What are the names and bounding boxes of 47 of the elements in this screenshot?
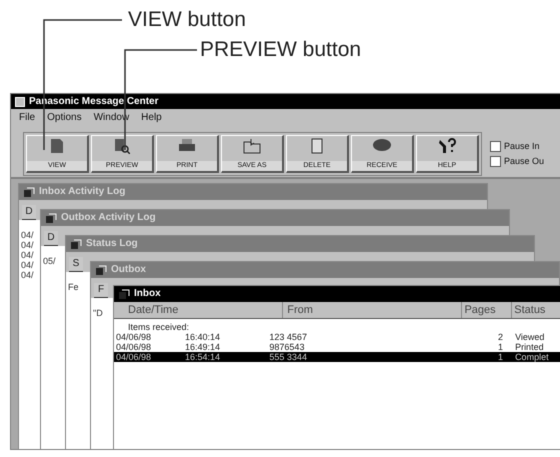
table-cell: 04/ [21, 270, 34, 280]
window-icon [70, 238, 82, 250]
column-header: S [69, 257, 83, 272]
document-icon [311, 138, 323, 154]
menu-item[interactable]: File [19, 112, 36, 122]
window-title: Panasonic Message Center [29, 96, 158, 106]
checkbox-label: Pause Ou [504, 157, 544, 166]
window-title: Inbox [134, 289, 161, 299]
column-header: F [94, 283, 108, 298]
column-header: D [44, 231, 58, 246]
menu-item[interactable]: Help [141, 112, 162, 122]
table-cell: 04/ [21, 260, 34, 270]
window-title: Outbox [111, 265, 146, 275]
window-icon [118, 288, 130, 300]
printer-icon [178, 138, 196, 154]
checkbox-label: Pause In [504, 142, 540, 151]
table-cell: Fe [68, 282, 79, 292]
column-header[interactable]: Pages [462, 302, 512, 318]
table-row[interactable]: 04/06/98 16:54:14 555 3344 1 Complet [114, 352, 560, 362]
table-row[interactable]: 04/06/98 16:40:14 123 4567 2 Viewed [114, 332, 560, 342]
group-label: Items received: [127, 322, 190, 332]
table-cell: "D [93, 308, 103, 318]
table-row[interactable]: 04/06/98 16:49:14 9876543 1 Printed [114, 342, 560, 352]
callout-label: VIEW button [128, 8, 246, 32]
magnifier-document-icon [114, 138, 130, 154]
column-header[interactable]: Status [512, 302, 560, 318]
window-icon [45, 212, 57, 224]
table-cell: 04/ [21, 250, 34, 260]
window-icon [23, 186, 35, 198]
document-icon [50, 138, 64, 154]
checkbox[interactable] [490, 156, 501, 167]
column-header[interactable]: From [283, 302, 462, 318]
callout-label: PREVIEW button [200, 38, 362, 62]
window-title: Status Log [86, 239, 138, 249]
folder-icon [243, 138, 261, 154]
table-cell: 04/ [21, 240, 34, 250]
help-icon [438, 138, 456, 154]
app-icon [15, 96, 25, 106]
window-title: Inbox Activity Log [39, 187, 126, 197]
table-cell: 05/ [43, 256, 56, 266]
table-cell: 04/ [21, 230, 34, 240]
column-header: D [22, 205, 36, 220]
menu-item[interactable]: Options [47, 112, 82, 122]
window-icon [95, 264, 107, 276]
checkbox[interactable] [490, 141, 501, 152]
window-title: Outbox Activity Log [61, 213, 156, 223]
column-header[interactable]: Date/Time [114, 302, 284, 318]
